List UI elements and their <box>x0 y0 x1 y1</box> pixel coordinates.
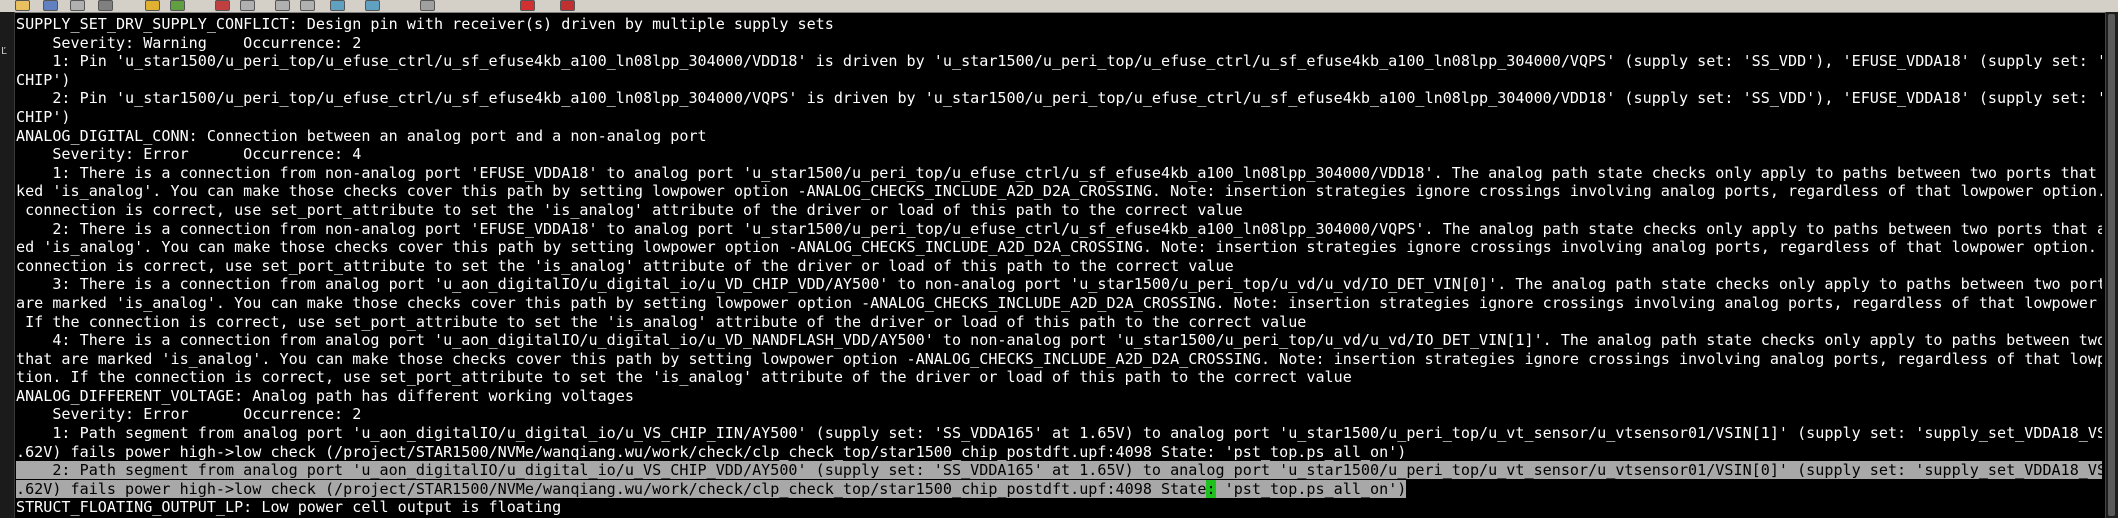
terminal-line: ed 'is_analog'. You can make those check… <box>16 238 2102 257</box>
stop-icon[interactable] <box>520 0 535 11</box>
terminal-line-text: CHIP') <box>16 70 71 89</box>
terminal-line-text: Severity: Warning Occurrence: 2 <box>16 33 362 52</box>
terminal-line-text: ANALOG_DIGITAL_CONN: Connection between … <box>16 126 707 145</box>
terminal-line-text: 2: There is a connection from non-analog… <box>16 219 2102 238</box>
terminal-line-text: 2: Path segment from analog port 'u_aon_… <box>16 461 2102 480</box>
toolbar <box>0 0 2118 13</box>
terminal-line: Severity: Error Occurrence: 2 <box>16 405 2102 424</box>
terminal-line: ANALOG_DIFFERENT_VOLTAGE: Analog path ha… <box>16 387 2102 406</box>
terminal-line: Severity: Error Occurrence: 4 <box>16 145 2102 164</box>
terminal-line: that are marked 'is_analog'. You can mak… <box>16 350 2102 369</box>
terminal-line-text: connection is correct, use set_port_attr… <box>16 256 1234 275</box>
terminal-line-text: 1: Pin 'u_star1500/u_peri_top/u_efuse_ct… <box>16 52 2102 71</box>
terminal-line-text: that are marked 'is_analog'. You can mak… <box>16 349 2102 368</box>
terminal-output[interactable]: SUPPLY_SET_DRV_SUPPLY_CONFLICT: Design p… <box>16 15 2102 518</box>
save-icon[interactable] <box>43 0 58 11</box>
terminal-line: Severity: Warning Occurrence: 2 <box>16 34 2102 53</box>
left-gutter: Ľ <box>0 12 15 518</box>
text-cursor: : <box>1206 479 1216 498</box>
undo-icon[interactable] <box>145 0 160 11</box>
scrollbar-thumb[interactable] <box>2108 14 2115 516</box>
terminal-line: CHIP') <box>16 108 2102 127</box>
terminal-line: 2: There is a connection from non-analog… <box>16 220 2102 239</box>
terminal-line: 1: There is a connection from non-analog… <box>16 164 2102 183</box>
folder-icon[interactable] <box>15 0 30 11</box>
terminal-line: connection is correct, use set_port_attr… <box>16 201 2102 220</box>
terminal-line-text: ked 'is_analog'. You can make those chec… <box>16 182 2102 201</box>
terminal-line: .62V) fails power high->low check (/proj… <box>16 443 2102 462</box>
terminal-line: .62V) fails power high->low check (/proj… <box>16 479 2102 499</box>
terminal-line-text: 3: There is a connection from analog por… <box>16 275 2102 294</box>
terminal-line-text: ANALOG_DIFFERENT_VOLTAGE: Analog path ha… <box>16 386 634 405</box>
cut-icon[interactable] <box>215 0 230 11</box>
terminal-line-text: Severity: Error Occurrence: 2 <box>16 405 362 424</box>
terminal-line: ked 'is_analog'. You can make those chec… <box>16 182 2102 201</box>
terminal-line-text: 2: Pin 'u_star1500/u_peri_top/u_efuse_ct… <box>16 89 2102 108</box>
terminal-line: connection is correct, use set_port_attr… <box>16 257 2102 276</box>
terminal-line: 3: There is a connection from analog por… <box>16 275 2102 294</box>
terminal-line-text: tion. If the connection is correct, use … <box>16 368 1352 387</box>
terminal-line-text: Severity: Error Occurrence: 4 <box>16 145 362 164</box>
gutter-glyph: Ľ <box>1 46 8 57</box>
help-icon[interactable] <box>560 0 575 11</box>
terminal-line-text: 1: Path segment from analog port 'u_aon_… <box>16 424 2102 443</box>
terminal-line: SUPPLY_SET_DRV_SUPPLY_CONFLICT: Design p… <box>16 15 2102 34</box>
terminal-line: CHIP') <box>16 71 2102 90</box>
terminal-line: 2: Path segment from analog port 'u_aon_… <box>16 461 2102 480</box>
zoom-in-icon[interactable] <box>330 0 345 11</box>
copy-icon[interactable] <box>70 0 85 11</box>
terminal-line: 2: Pin 'u_star1500/u_peri_top/u_efuse_ct… <box>16 89 2102 108</box>
terminal-line-text: .62V) fails power high->low check (/proj… <box>16 442 1407 461</box>
terminal-line: are marked 'is_analog'. You can make tho… <box>16 294 2102 313</box>
terminal-line: tion. If the connection is correct, use … <box>16 368 2102 387</box>
terminal-line-text: 'pst_top.ps_all_on') <box>1215 479 1407 498</box>
terminal-line: 1: Pin 'u_star1500/u_peri_top/u_efuse_ct… <box>16 52 2102 71</box>
search-icon[interactable] <box>300 0 315 11</box>
terminal-line-text: If the connection is correct, use set_po… <box>16 312 1307 331</box>
terminal-line: 1: Path segment from analog port 'u_aon_… <box>16 424 2102 443</box>
paste-icon[interactable] <box>240 0 255 11</box>
zoom-out-icon[interactable] <box>365 0 380 11</box>
terminal-line-text: ed 'is_analog'. You can make those check… <box>16 238 2102 257</box>
terminal-line-text: are marked 'is_analog'. You can make tho… <box>16 293 2102 312</box>
terminal-line: If the connection is correct, use set_po… <box>16 313 2102 332</box>
terminal-line: STRUCT_FLOATING_OUTPUT_LP: Low power cel… <box>16 498 2102 517</box>
terminal-line-text: 1: There is a connection from non-analog… <box>16 163 2102 182</box>
terminal-line-text: CHIP') <box>16 107 71 126</box>
print-icon[interactable] <box>98 0 113 11</box>
terminal-line-text: connection is correct, use set_port_attr… <box>16 200 1243 219</box>
find-icon[interactable] <box>275 0 290 11</box>
settings-icon[interactable] <box>420 0 435 11</box>
terminal-line: 4: There is a connection from analog por… <box>16 331 2102 350</box>
terminal-line: ANALOG_DIGITAL_CONN: Connection between … <box>16 127 2102 146</box>
terminal-line-text: SUPPLY_SET_DRV_SUPPLY_CONFLICT: Design p… <box>16 15 834 33</box>
terminal-line-text: STRUCT_FLOATING_OUTPUT_LP: Low power cel… <box>16 498 562 517</box>
terminal-line-text: .62V) fails power high->low check (/proj… <box>16 479 1207 498</box>
vertical-scrollbar[interactable] <box>2105 12 2118 518</box>
redo-icon[interactable] <box>170 0 185 11</box>
terminal-line-text: 4: There is a connection from analog por… <box>16 331 2102 350</box>
